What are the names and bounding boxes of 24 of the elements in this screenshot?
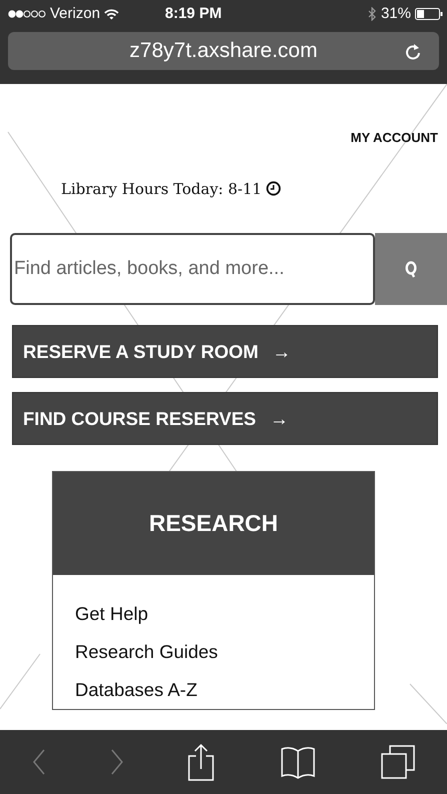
search-icon <box>405 260 417 278</box>
reload-icon[interactable] <box>405 42 421 60</box>
bluetooth-icon <box>368 7 377 21</box>
carrier-name: Verizon <box>50 4 100 24</box>
battery-icon <box>415 8 443 20</box>
tabs-button[interactable] <box>381 745 416 779</box>
share-button[interactable] <box>187 743 216 781</box>
signal-strength-icon <box>8 10 46 18</box>
bookmarks-button[interactable] <box>279 745 318 779</box>
my-account-link[interactable]: MY ACCOUNT <box>350 128 438 148</box>
search-field[interactable]: Find articles, books, and more... <box>10 233 375 305</box>
research-link[interactable]: Databases A-Z <box>53 671 374 709</box>
research-panel-header: RESEARCH <box>53 472 374 575</box>
clock-time: 8:19 PM <box>165 4 222 24</box>
wifi-icon <box>104 8 120 20</box>
library-hours-text: Library Hours Today: 8-11 <box>61 178 262 200</box>
url-text: z78y7t.axshare.com <box>130 38 318 64</box>
action-button[interactable]: FIND COURSE RESERVES → <box>12 392 438 445</box>
research-link[interactable]: Get Help <box>53 595 374 633</box>
research-link[interactable]: Research Guides <box>53 633 374 671</box>
clock-icon <box>266 181 281 196</box>
battery-percent: 31% <box>380 4 411 24</box>
action-button[interactable]: RESERVE A STUDY ROOM → <box>12 325 438 378</box>
address-bar[interactable]: z78y7t.axshare.com <box>8 32 439 70</box>
